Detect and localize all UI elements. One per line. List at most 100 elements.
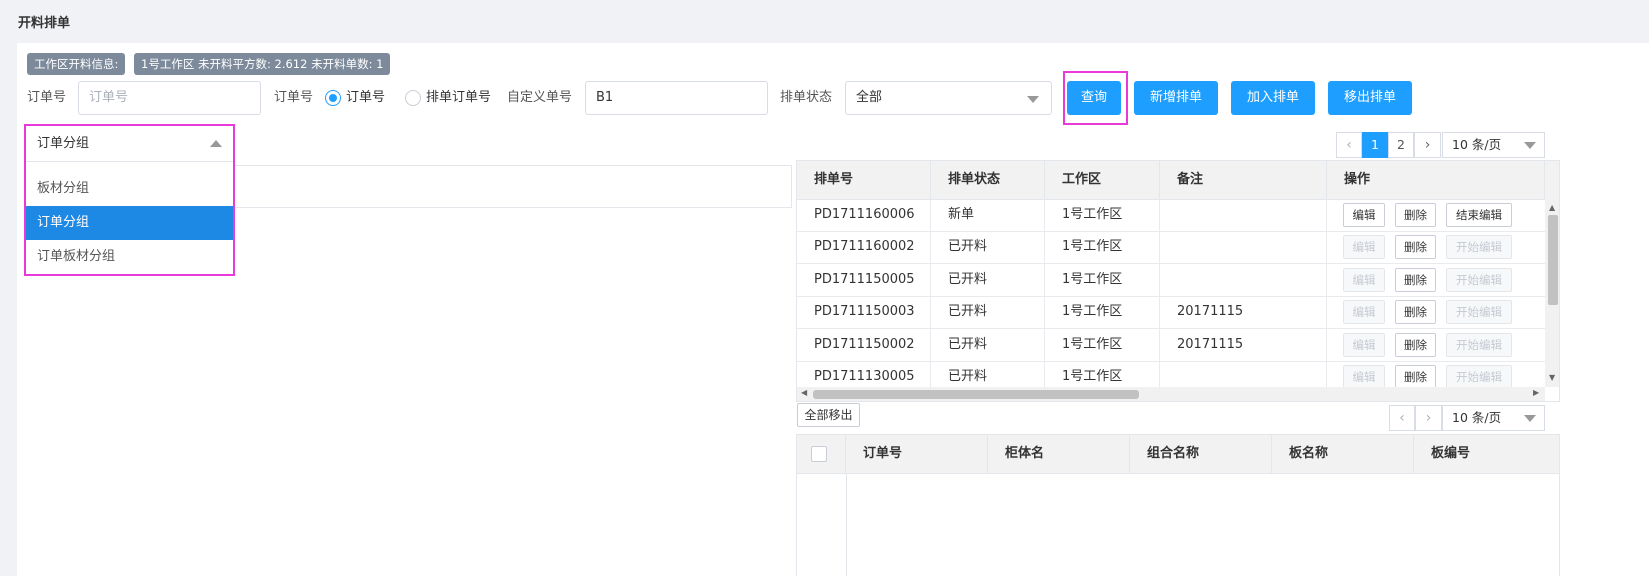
col-schedule-status: 排单状态 [931,161,1045,199]
cell-schedule-no: PD1711160006 [797,199,931,231]
scroll-up-icon[interactable]: ▲ [1549,203,1555,212]
vertical-scroll-thumb[interactable] [1548,215,1558,305]
delete-button[interactable]: 删除 [1395,365,1436,389]
edit-button[interactable]: 编辑 [1343,300,1385,325]
workarea-info-label: 工作区开料信息: [27,53,126,75]
edit-button[interactable]: 编辑 [1343,267,1385,292]
cell-schedule-no: PD1711150002 [797,328,931,361]
start-edit-button[interactable]: 开始编辑 [1446,267,1512,292]
cell-note [1160,231,1327,264]
col-select-all [797,435,846,473]
status-label: 排单状态 [780,90,833,105]
scroll-left-icon[interactable]: ◀ [801,388,807,397]
chevron-down-icon [1524,142,1536,149]
cell-actions: 编辑 删除 结束编辑 [1327,199,1545,231]
group-select-dropdown[interactable]: 订单分组 板材分组 订单分组 订单板材分组 [24,124,235,276]
detail-pager-size-value: 10 条/页 [1452,410,1502,425]
cell-schedule-status: 已开料 [931,328,1045,361]
cell-actions: 编辑 删除 开始编辑 [1327,329,1545,361]
new-schedule-button[interactable]: 新增排单 [1134,81,1218,115]
cell-workarea: 1号工作区 [1045,263,1160,296]
delete-button[interactable]: 删除 [1395,203,1436,227]
edit-button[interactable]: 编辑 [1343,332,1385,357]
radio-unchecked-icon [405,90,421,106]
group-option-board[interactable]: 板材分组 [26,172,233,206]
cell-schedule-no: PD1711150005 [797,263,931,296]
radio-order-no-label: 订单号 [346,90,386,105]
edit-button[interactable]: 编辑 [1343,365,1385,389]
pager-page-1[interactable]: 1 [1362,132,1388,158]
cell-actions: 编辑 删除 开始编辑 [1327,231,1545,263]
order-no-input[interactable]: 订单号 [78,81,261,115]
query-button[interactable]: 查询 [1067,81,1121,115]
pager-next-button[interactable]: › [1414,132,1441,158]
scroll-down-icon[interactable]: ▼ [1549,373,1555,382]
cell-schedule-no: PD1711160002 [797,231,931,264]
cell-schedule-status: 已开料 [931,296,1045,329]
cell-schedule-status: 已开料 [931,263,1045,296]
cell-note: 20171115 [1160,328,1327,361]
remove-from-schedule-button[interactable]: 移出排单 [1328,81,1412,115]
status-select[interactable]: 全部 [845,81,1052,115]
cell-workarea: 1号工作区 [1045,231,1160,264]
detail-pager-next-button[interactable]: › [1415,405,1442,431]
order-type-label: 订单号 [274,90,314,105]
scroll-right-icon[interactable]: ▶ [1533,388,1539,397]
group-select[interactable]: 订单分组 [26,126,233,162]
pager-size-value: 10 条/页 [1452,137,1502,152]
vertical-scrollbar[interactable]: ▲ ▼ [1545,199,1559,387]
delete-button[interactable]: 删除 [1395,235,1436,260]
start-edit-button[interactable]: 开始编辑 [1446,235,1512,260]
group-option-order[interactable]: 订单分组 [26,206,233,240]
col-combo-name: 组合名称 [1130,435,1272,473]
detail-pager-prev-button[interactable]: ‹ [1389,405,1415,431]
cell-note: 20171115 [1160,296,1327,329]
start-edit-button[interactable]: 开始编辑 [1446,332,1512,357]
custom-no-input[interactable]: B1 [585,81,768,115]
col-cabinet-name: 柜体名 [988,435,1130,473]
custom-no-label: 自定义单号 [507,90,573,105]
col-board-name: 板名称 [1272,435,1414,473]
cell-schedule-status: 已开料 [931,231,1045,264]
order-no-label: 订单号 [27,90,67,105]
select-all-checkbox[interactable] [811,446,827,462]
schedule-table-header: 排单号 排单状态 工作区 备注 操作 [797,161,1559,200]
cell-schedule-status: 新单 [931,199,1045,231]
pager-size-select[interactable]: 10 条/页 [1442,132,1545,158]
schedule-table: 排单号 排单状态 工作区 备注 操作 PD1711160006 新单 1号工作区 编辑… [796,160,1560,402]
workarea-info-summary: 1号工作区 未开料平方数: 2.612 未开料单数: 1 [134,53,391,75]
cell-actions: 编辑 删除 开始编辑 [1327,264,1545,296]
cell-workarea: 1号工作区 [1045,328,1160,361]
chevron-right-icon: › [1425,410,1432,426]
table-row: PD1711160006 新单 1号工作区 编辑 删除 结束编辑 [797,199,1545,232]
table-row: PD1711160002 已开料 1号工作区 编辑 删除 开始编辑 [797,231,1545,265]
horizontal-scroll-thumb[interactable] [813,390,1139,399]
radio-schedule-order-no[interactable]: 排单订单号 [405,81,491,115]
radio-order-no[interactable]: 订单号 [325,81,385,115]
start-edit-button[interactable]: 开始编辑 [1446,365,1512,389]
edit-button[interactable]: 编辑 [1343,235,1385,260]
delete-button[interactable]: 删除 [1395,300,1436,325]
group-option-order-board[interactable]: 订单板材分组 [26,240,233,274]
horizontal-scrollbar[interactable]: ◀ ▶ [797,387,1545,401]
cell-workarea: 1号工作区 [1045,296,1160,329]
cell-note [1160,263,1327,296]
chevron-left-icon: ‹ [1399,410,1405,426]
col-workarea: 工作区 [1045,161,1160,199]
start-edit-button[interactable]: 开始编辑 [1446,300,1512,325]
edit-button[interactable]: 编辑 [1343,203,1385,227]
delete-button[interactable]: 删除 [1395,332,1436,357]
col-schedule-no: 排单号 [797,161,931,199]
chevron-left-icon: ‹ [1346,137,1352,153]
chevron-up-icon [210,140,222,147]
pager-prev-button[interactable]: ‹ [1336,132,1362,158]
detail-pager-size-select[interactable]: 10 条/页 [1442,405,1545,431]
delete-button[interactable]: 删除 [1395,267,1436,292]
end-edit-button[interactable]: 结束编辑 [1446,203,1512,227]
col-note: 备注 [1160,161,1327,199]
detail-divider [846,473,847,576]
pager-page-2[interactable]: 2 [1388,132,1414,158]
col-actions: 操作 [1327,161,1545,199]
remove-all-button[interactable]: 全部移出 [797,403,860,427]
add-to-schedule-button[interactable]: 加入排单 [1231,81,1315,115]
